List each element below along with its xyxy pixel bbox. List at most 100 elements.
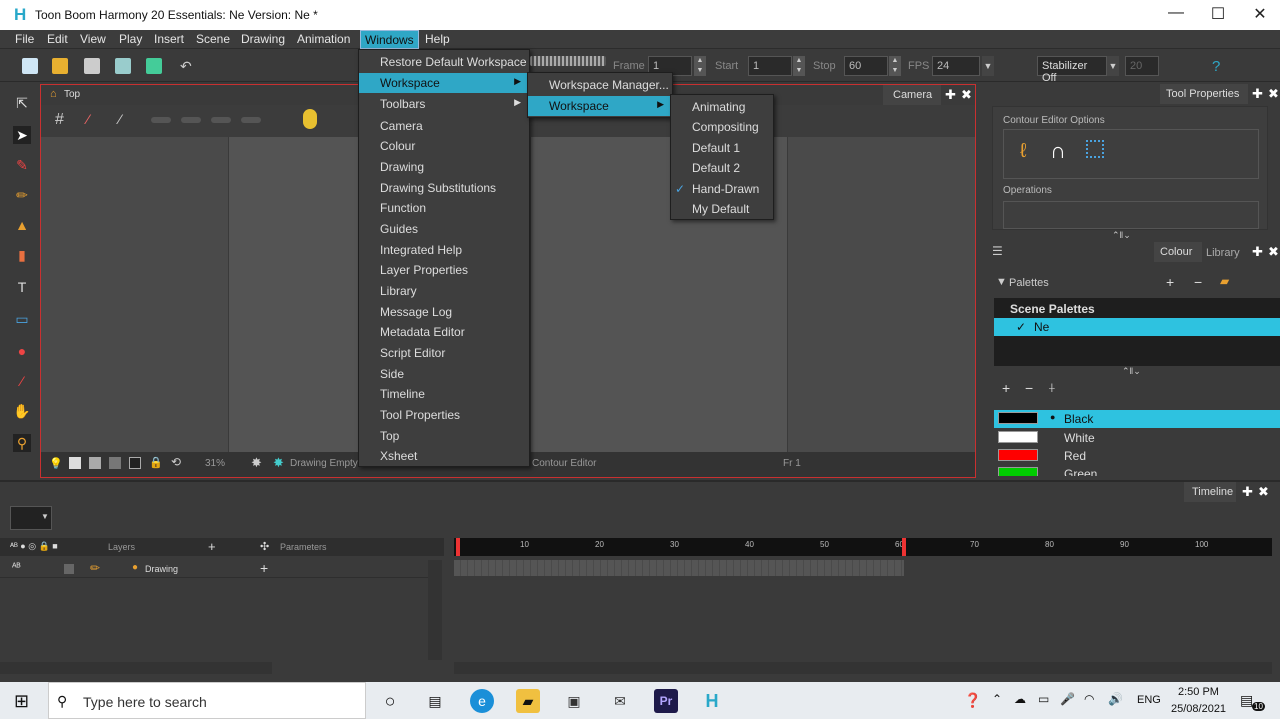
remove-palette-icon[interactable]: − bbox=[1194, 274, 1202, 290]
hand-tool-icon[interactable]: ✋ bbox=[13, 402, 31, 420]
windows-start-icon[interactable]: ⊞ bbox=[14, 691, 29, 712]
pencil-tool-icon[interactable]: ✏ bbox=[13, 186, 31, 204]
menu-windows[interactable]: Windows bbox=[360, 30, 419, 49]
menu-item-my-default[interactable]: My Default bbox=[671, 199, 773, 219]
palettes-collapse-icon[interactable]: ▼ bbox=[996, 276, 1007, 288]
frame-ruler[interactable]: 10 20 30 40 50 60 70 80 90 100 bbox=[454, 538, 1272, 556]
menu-item-default-1[interactable]: Default 1 bbox=[671, 138, 773, 158]
language-indicator[interactable]: ENG bbox=[1137, 694, 1161, 706]
magnet-icon[interactable]: ∩ bbox=[1050, 138, 1066, 164]
swatch-row-black[interactable]: ● Black bbox=[994, 410, 1280, 428]
add-peg-icon[interactable]: ✣ bbox=[260, 540, 269, 553]
stop-marker[interactable] bbox=[902, 538, 906, 556]
stabilizer-dropdown-icon[interactable]: ▼ bbox=[1107, 56, 1119, 76]
playback-slider[interactable] bbox=[530, 56, 606, 66]
lasso-icon[interactable]: ℓ bbox=[1020, 140, 1026, 163]
menu-animation[interactable]: Animation bbox=[297, 32, 350, 46]
close-timeline-icon[interactable]: ✖ bbox=[1258, 484, 1269, 500]
tab-tool-properties[interactable]: Tool Properties bbox=[1160, 84, 1248, 104]
menu-item-workspace-sub[interactable]: Workspace ▶ bbox=[528, 96, 672, 116]
store-icon[interactable]: ▣ bbox=[562, 689, 586, 713]
menu-drawing[interactable]: Drawing bbox=[241, 32, 285, 46]
add-view-icon[interactable]: ✚ bbox=[945, 87, 956, 103]
add-panel-icon[interactable]: ✚ bbox=[1252, 86, 1263, 102]
palette-folder-icon[interactable]: ▰ bbox=[1220, 274, 1229, 288]
menu-play[interactable]: Play bbox=[119, 32, 142, 46]
remove-swatch-icon[interactable]: − bbox=[1025, 380, 1033, 396]
volume-icon[interactable]: 🔊 bbox=[1108, 692, 1123, 706]
menu-file[interactable]: File bbox=[15, 32, 34, 46]
layer-visibility-icon[interactable]: ᴬᴮ bbox=[12, 562, 21, 573]
premiere-icon[interactable]: Pr bbox=[654, 689, 678, 713]
add-layer-icon[interactable]: + bbox=[208, 539, 216, 554]
menu-view[interactable]: View bbox=[80, 32, 106, 46]
close-panel-icon[interactable]: ✖ bbox=[1268, 86, 1279, 102]
fps-dropdown-icon[interactable]: ▼ bbox=[982, 56, 994, 76]
lightbulb-icon[interactable] bbox=[303, 109, 317, 129]
add-timeline-icon[interactable]: ✚ bbox=[1242, 484, 1253, 500]
palette-row-ne[interactable]: ✓ Ne bbox=[994, 318, 1280, 336]
line-icon[interactable]: ⁄ bbox=[87, 111, 89, 127]
stop-field[interactable]: 60 bbox=[844, 56, 888, 76]
mail-icon[interactable]: ✉ bbox=[608, 689, 632, 713]
menu-item-message-log[interactable]: Message Log bbox=[359, 302, 529, 322]
ruler-icon[interactable]: ⁄ bbox=[119, 111, 121, 127]
help-tray-icon[interactable]: ❓ bbox=[964, 692, 981, 709]
onion-skin-icon[interactable]: 💡 bbox=[49, 457, 63, 470]
swatch-row-red[interactable]: Red bbox=[994, 447, 1280, 465]
menu-item-side[interactable]: Side bbox=[359, 364, 529, 384]
menu-item-integrated-help[interactable]: Integrated Help bbox=[359, 240, 529, 260]
paint-tool-icon[interactable]: ● bbox=[13, 342, 31, 360]
grid-icon[interactable]: # bbox=[55, 111, 64, 129]
swatch-options-icon[interactable]: ⍭ bbox=[1048, 380, 1056, 396]
menu-item-timeline[interactable]: Timeline bbox=[359, 384, 529, 404]
eraser-tool-icon[interactable]: ▮ bbox=[13, 246, 31, 264]
text-tool-icon[interactable]: T bbox=[13, 278, 31, 296]
mask-icon[interactable] bbox=[109, 457, 121, 469]
settings-icon[interactable]: ✸ bbox=[251, 455, 262, 471]
layer-h-scrollbar[interactable] bbox=[0, 662, 272, 674]
menu-item-script-editor[interactable]: Script Editor bbox=[359, 343, 529, 363]
add-palette-icon[interactable]: + bbox=[1166, 274, 1174, 290]
menu-item-compositing[interactable]: Compositing bbox=[671, 117, 773, 137]
reset-view-icon[interactable]: ⟲ bbox=[171, 455, 181, 469]
onedrive-icon[interactable]: ☁ bbox=[1014, 692, 1026, 706]
menu-item-camera[interactable]: Camera bbox=[359, 116, 529, 136]
stabilizer-value[interactable]: 20 bbox=[1125, 56, 1159, 76]
close-colour-panel-icon[interactable]: ✖ bbox=[1268, 244, 1279, 260]
harmony-taskbar-icon[interactable]: H bbox=[700, 689, 724, 713]
swatch-row-green[interactable]: Green bbox=[994, 465, 1280, 476]
menu-item-colour[interactable]: Colour bbox=[359, 136, 529, 156]
clock-date[interactable]: 25/08/2021 bbox=[1171, 703, 1226, 715]
optimize-icon[interactable] bbox=[211, 117, 231, 123]
menu-item-top[interactable]: Top bbox=[359, 426, 529, 446]
help-icon[interactable]: ? bbox=[1212, 58, 1228, 75]
layer-row-drawing[interactable]: ᴬᴮ ✏ ● Drawing + bbox=[0, 560, 428, 578]
menu-item-drawing[interactable]: Drawing bbox=[359, 157, 529, 177]
save-icon[interactable] bbox=[84, 58, 100, 74]
splitter-handle[interactable]: ⌃‖⌄ bbox=[1112, 230, 1131, 241]
tab-library[interactable]: Library bbox=[1206, 247, 1240, 259]
menu-item-guides[interactable]: Guides bbox=[359, 219, 529, 239]
tab-colour[interactable]: Colour bbox=[1154, 242, 1202, 262]
menu-item-restore-default-workspace[interactable]: Restore Default Workspace bbox=[359, 52, 529, 72]
menu-help[interactable]: Help bbox=[425, 32, 450, 46]
file-explorer-icon[interactable]: ▰ bbox=[516, 689, 540, 713]
new-scene-icon[interactable] bbox=[22, 58, 38, 74]
menu-item-library[interactable]: Library bbox=[359, 281, 529, 301]
lightbox-icon[interactable] bbox=[69, 457, 81, 469]
menu-edit[interactable]: Edit bbox=[47, 32, 68, 46]
layer-colour-icon[interactable] bbox=[64, 564, 74, 574]
save-as-icon[interactable] bbox=[115, 58, 131, 74]
playhead[interactable] bbox=[456, 538, 460, 556]
close-button[interactable]: ✕ bbox=[1240, 4, 1280, 24]
flatten-icon[interactable] bbox=[181, 117, 201, 123]
smooth-icon[interactable] bbox=[151, 117, 171, 123]
menu-item-function[interactable]: Function bbox=[359, 198, 529, 218]
menu-item-drawing-substitutions[interactable]: Drawing Substitutions bbox=[359, 178, 529, 198]
brush-tool-icon[interactable]: ✎ bbox=[13, 156, 31, 174]
add-colour-panel-icon[interactable]: ✚ bbox=[1252, 244, 1263, 260]
timeline-h-scrollbar[interactable] bbox=[454, 662, 1272, 674]
stop-spinner[interactable]: ▲ ▼ bbox=[889, 56, 901, 76]
layer-scrollbar[interactable] bbox=[428, 560, 442, 660]
